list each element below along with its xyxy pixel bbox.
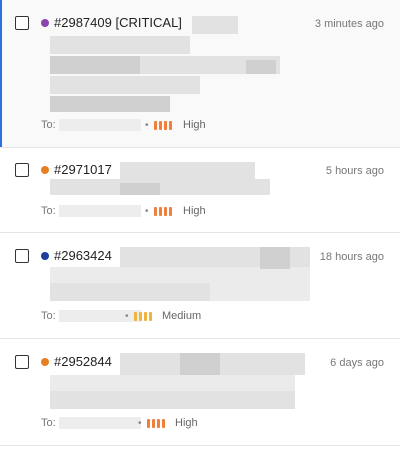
ticket-list: #2987409 [CRITICAL] 3 minutes ago To: • … [0, 0, 400, 450]
meta-separator: • [125, 311, 129, 322]
ticket-row[interactable]: #2971017 5 hours ago To: • High [0, 148, 400, 233]
ticket-time: 5 hours ago [325, 165, 384, 177]
priority-bars-icon [154, 207, 172, 216]
ticket-time: 18 hours ago [319, 251, 384, 263]
ticket-priority: High [183, 205, 206, 217]
ticket-row[interactable]: #2963424 18 hours ago To: • Medium [0, 233, 400, 339]
ticket-select-checkbox[interactable] [15, 355, 29, 369]
priority-bars-icon [134, 312, 152, 321]
ticket-priority: High [183, 119, 206, 131]
status-dot-icon [41, 19, 49, 27]
meta-separator: • [138, 418, 142, 429]
ticket-select-checkbox[interactable] [15, 163, 29, 177]
priority-bars-icon [147, 419, 165, 428]
ticket-recipient: To: [41, 119, 141, 132]
ticket-id[interactable]: #2987409 [CRITICAL] [54, 15, 182, 30]
ticket-id[interactable]: #2971017 [54, 162, 112, 177]
ticket-recipient: To: [41, 417, 141, 430]
priority-bars-icon [154, 121, 172, 130]
ticket-select-checkbox[interactable] [15, 16, 29, 30]
meta-separator: • [145, 206, 149, 217]
ticket-select-checkbox[interactable] [15, 249, 29, 263]
ticket-time: 3 minutes ago [314, 18, 384, 30]
ticket-id[interactable]: #2952844 [54, 354, 112, 369]
meta-separator: • [145, 120, 149, 131]
ticket-row[interactable]: #2987409 [CRITICAL] 3 minutes ago To: • … [0, 0, 400, 148]
ticket-row[interactable]: #2952844 6 days ago To: • High [0, 339, 400, 446]
ticket-id[interactable]: #2963424 [54, 248, 112, 263]
status-dot-icon [41, 252, 49, 260]
ticket-recipient: To: [41, 205, 141, 218]
ticket-priority: Medium [162, 310, 202, 322]
status-dot-icon [41, 166, 49, 174]
ticket-priority: High [175, 417, 198, 429]
ticket-time: 6 days ago [330, 357, 384, 369]
status-dot-icon [41, 358, 49, 366]
